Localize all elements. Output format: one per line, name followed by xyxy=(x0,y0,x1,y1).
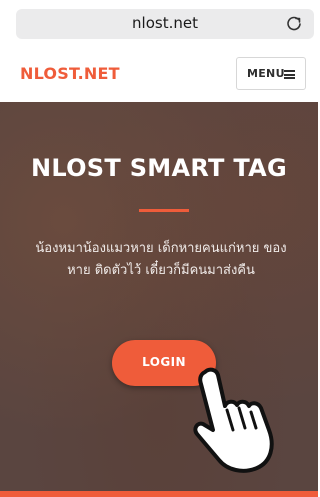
brand-logo[interactable]: NLOST.NET xyxy=(20,64,120,83)
address-bar[interactable]: nlost.net xyxy=(16,9,314,39)
hand-pointer-icon xyxy=(193,367,274,473)
menu-button[interactable]: MENU xyxy=(236,57,306,90)
site-header: NLOST.NET MENU xyxy=(0,44,318,102)
hamburger-icon xyxy=(284,70,295,79)
bottom-accent-bar xyxy=(0,491,318,497)
hero-description-line2: หาย ติดตัวไว้ เดี๋ยวก็มีคนมาส่งคืน xyxy=(67,263,255,278)
hero-title: NLOST SMART TAG xyxy=(30,154,288,182)
reload-icon[interactable] xyxy=(284,14,304,34)
hero-section: NLOST SMART TAG น้องหมาน้องแมวหาย เด็กหา… xyxy=(0,102,318,497)
url-text[interactable]: nlost.net xyxy=(16,14,314,32)
title-divider xyxy=(139,209,189,212)
hero-description-line1: น้องหมาน้องแมวหาย เด็กหายคนแก่หาย ของ xyxy=(35,241,287,256)
hero-description: น้องหมาน้องแมวหาย เด็กหายคนแก่หาย ของ หา… xyxy=(14,238,308,282)
browser-chrome: nlost.net xyxy=(0,0,318,44)
menu-label: MENU xyxy=(247,67,285,80)
